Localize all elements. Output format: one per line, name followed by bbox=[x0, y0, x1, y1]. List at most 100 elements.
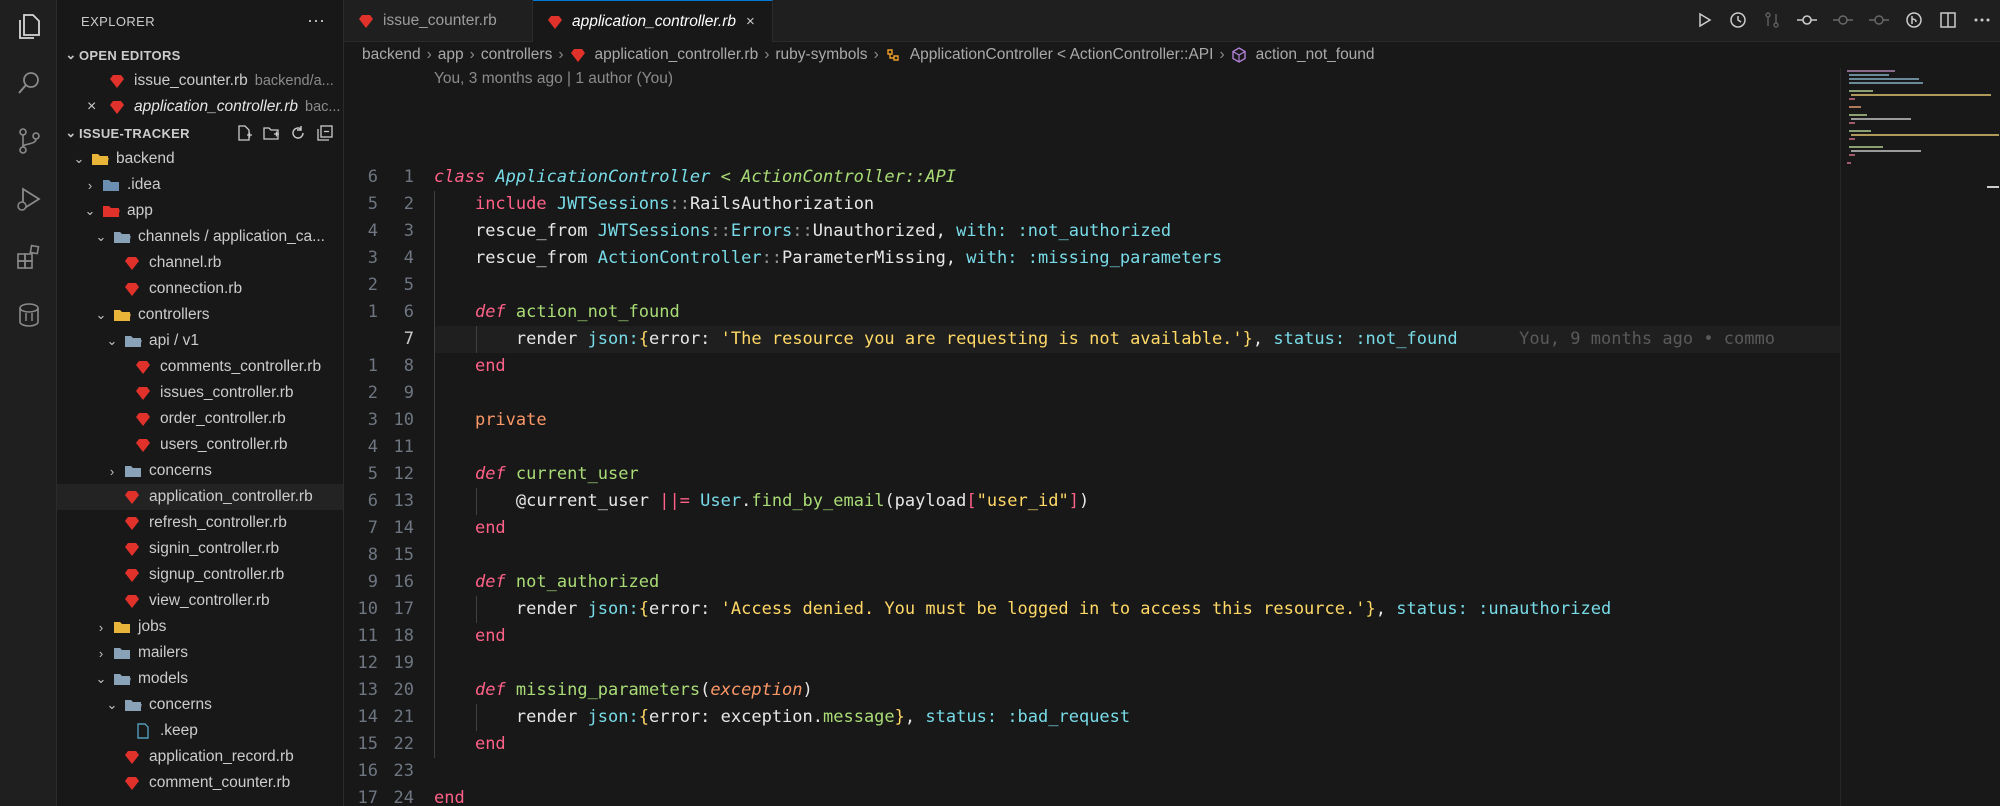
source-control-icon[interactable] bbox=[14, 126, 44, 156]
run-debug-icon[interactable] bbox=[14, 184, 44, 214]
tab-label: issue_counter.rb bbox=[383, 12, 497, 29]
breadcrumb-item[interactable]: ruby-symbols bbox=[775, 46, 867, 64]
line-number: 12 bbox=[393, 464, 414, 484]
tree-folder[interactable]: ⌄ concerns bbox=[57, 692, 343, 718]
line-number: 22 bbox=[393, 734, 414, 754]
database-icon[interactable] bbox=[14, 300, 44, 330]
minimap[interactable] bbox=[1840, 68, 2000, 806]
open-editor-item[interactable]: × application_controller.rb bac... bbox=[57, 94, 343, 120]
tree-file[interactable]: .keep bbox=[57, 718, 343, 744]
code-line[interactable]: include JWTSessions::RailsAuthorization bbox=[434, 191, 874, 218]
inline-blame[interactable]: You, 9 months ago • commo bbox=[1519, 329, 1775, 349]
explorer-icon[interactable] bbox=[14, 12, 44, 42]
code-line[interactable]: end bbox=[434, 353, 506, 380]
tree-file[interactable]: refresh_controller.rb bbox=[57, 510, 343, 536]
tab-application-controller[interactable]: application_controller.rb × bbox=[533, 0, 773, 42]
tree-folder[interactable]: ⌄ backend bbox=[57, 146, 343, 172]
tree-file[interactable]: application_controller.rb bbox=[57, 484, 343, 510]
tab-issue-counter[interactable]: issue_counter.rb bbox=[344, 0, 533, 42]
refresh-icon[interactable] bbox=[289, 124, 307, 142]
code-editor[interactable]: You, 3 months ago | 1 author (You) 61524… bbox=[344, 68, 1840, 806]
code-line[interactable]: rescue_from JWTSessions::Errors::Unautho… bbox=[434, 218, 1171, 245]
tree-label: users_controller.rb bbox=[160, 436, 288, 453]
more-actions-icon[interactable]: ··· bbox=[307, 10, 325, 31]
tree-folder[interactable]: › concerns bbox=[57, 458, 343, 484]
tree-folder[interactable]: › mailers bbox=[57, 640, 343, 666]
code-line[interactable]: rescue_from ActionController::ParameterM… bbox=[434, 245, 1222, 272]
run-icon[interactable] bbox=[1694, 10, 1714, 30]
tree-file[interactable]: order_controller.rb bbox=[57, 406, 343, 432]
new-file-icon[interactable] bbox=[235, 124, 253, 142]
tree-label: comment_counter.rb bbox=[149, 774, 291, 791]
more-actions-icon[interactable] bbox=[1972, 10, 1992, 30]
code-line[interactable]: def not_authorized bbox=[434, 569, 659, 596]
tree-file[interactable]: issues_controller.rb bbox=[57, 380, 343, 406]
tree-file[interactable]: comments_controller.rb bbox=[57, 354, 343, 380]
tree-folder[interactable]: ⌄ app bbox=[57, 198, 343, 224]
code-line[interactable]: def action_not_found bbox=[434, 299, 680, 326]
tree-file[interactable]: comment_counter.rb bbox=[57, 770, 343, 796]
tree-file[interactable]: signin_controller.rb bbox=[57, 536, 343, 562]
tree-file[interactable]: view_controller.rb bbox=[57, 588, 343, 614]
project-header[interactable]: ⌄ ISSUE-TRACKER bbox=[57, 120, 343, 146]
open-editors-header[interactable]: ⌄ OPEN EDITORS bbox=[57, 42, 343, 68]
tree-folder[interactable]: ⌄ models bbox=[57, 666, 343, 692]
tree-label: view_controller.rb bbox=[149, 592, 270, 609]
tree-file[interactable]: users_controller.rb bbox=[57, 432, 343, 458]
breadcrumb-item[interactable]: action_not_found bbox=[1256, 46, 1375, 64]
code-line[interactable]: def current_user bbox=[434, 461, 639, 488]
breadcrumb-item[interactable]: application_controller.rb bbox=[595, 46, 759, 64]
tree-folder[interactable]: ⌄ channels / application_ca... bbox=[57, 224, 343, 250]
line-number: 14 bbox=[393, 518, 414, 538]
code-line[interactable]: end bbox=[434, 623, 506, 650]
tree-folder[interactable]: › jobs bbox=[57, 614, 343, 640]
compare-changes-icon[interactable] bbox=[1762, 10, 1782, 30]
relative-line-number: 4 bbox=[367, 221, 378, 241]
ruby-icon bbox=[547, 14, 565, 30]
close-tab-icon[interactable]: × bbox=[746, 13, 755, 30]
code-line[interactable]: class ApplicationController < ActionCont… bbox=[434, 164, 956, 191]
breadcrumb-item[interactable]: backend bbox=[362, 46, 421, 64]
code-line[interactable]: render json:{error: 'Access denied. You … bbox=[434, 596, 1611, 623]
git-commit-icon[interactable] bbox=[1796, 10, 1818, 30]
tree-file[interactable]: application_record.rb bbox=[57, 744, 343, 770]
collapse-all-icon[interactable] bbox=[316, 124, 334, 142]
breadcrumb-item[interactable]: ApplicationController < ActionController… bbox=[910, 46, 1214, 64]
chevron-right-icon: › bbox=[87, 177, 93, 193]
relative-line-number: 10 bbox=[357, 599, 378, 619]
git-lens-icon[interactable] bbox=[1904, 10, 1924, 30]
tree-folder[interactable]: ⌄ controllers bbox=[57, 302, 343, 328]
split-editor-icon[interactable] bbox=[1938, 10, 1958, 30]
folder-icon bbox=[124, 697, 142, 713]
code-line[interactable]: end bbox=[434, 731, 506, 758]
tree-label: signin_controller.rb bbox=[149, 540, 280, 557]
code-line[interactable]: private bbox=[434, 407, 547, 434]
code-line[interactable]: render json:{error: exception.message}, … bbox=[434, 704, 1130, 731]
breadcrumb-item[interactable]: controllers bbox=[481, 46, 553, 64]
close-icon[interactable]: × bbox=[87, 98, 103, 116]
next-change-icon[interactable] bbox=[1868, 10, 1890, 30]
code-line[interactable]: render json:{error: 'The resource you ar… bbox=[434, 326, 1775, 353]
ruby-icon bbox=[135, 385, 153, 401]
code-line[interactable]: end bbox=[434, 515, 506, 542]
tree-folder[interactable]: › .idea bbox=[57, 172, 343, 198]
code-line[interactable]: end bbox=[434, 785, 465, 806]
method-symbol-icon bbox=[1231, 47, 1249, 63]
new-folder-icon[interactable] bbox=[262, 124, 280, 142]
extensions-icon[interactable] bbox=[14, 242, 44, 272]
tree-file[interactable]: channel.rb bbox=[57, 250, 343, 276]
search-icon[interactable] bbox=[14, 68, 44, 98]
timeline-icon[interactable] bbox=[1728, 10, 1748, 30]
tree-folder[interactable]: ⌄ api / v1 bbox=[57, 328, 343, 354]
code-line[interactable]: def missing_parameters(exception) bbox=[434, 677, 813, 704]
open-editor-item[interactable]: issue_counter.rb backend/a... bbox=[57, 68, 343, 94]
code-line[interactable]: @current_user ||= User.find_by_email(pay… bbox=[434, 488, 1089, 515]
tree-file[interactable]: connection.rb bbox=[57, 276, 343, 302]
relative-line-number: 17 bbox=[357, 788, 378, 806]
relative-line-number: 14 bbox=[357, 707, 378, 727]
previous-change-icon[interactable] bbox=[1832, 10, 1854, 30]
code-lens-blame[interactable]: You, 3 months ago | 1 author (You) bbox=[434, 70, 673, 88]
breadcrumb-item[interactable]: app bbox=[438, 46, 464, 64]
tree-file[interactable]: signup_controller.rb bbox=[57, 562, 343, 588]
tree-label: connection.rb bbox=[149, 280, 243, 297]
